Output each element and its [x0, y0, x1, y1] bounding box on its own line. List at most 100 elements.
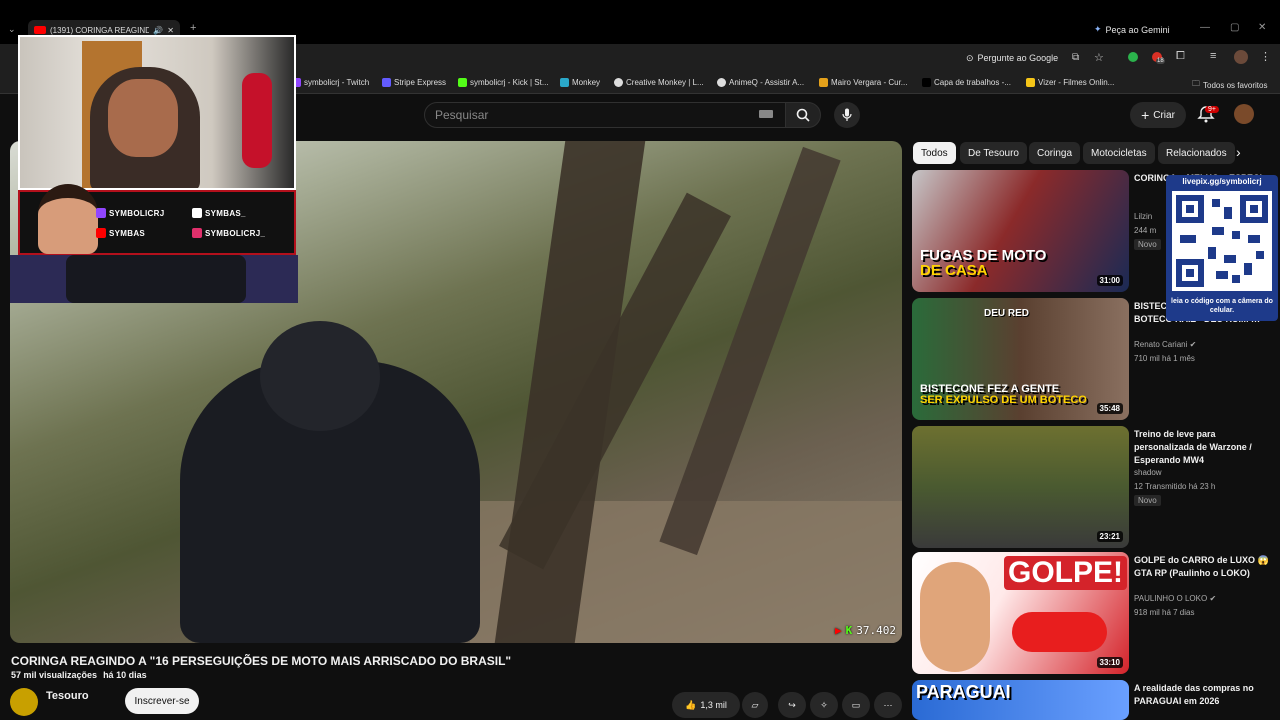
- channel-name[interactable]: Tesouro: [46, 690, 89, 702]
- extensions-puzzle-icon[interactable]: ⧠: [1176, 50, 1185, 63]
- new-tab-icon[interactable]: +: [190, 22, 196, 34]
- bookmark-label: Monkey: [572, 78, 601, 87]
- like-button[interactable]: 👍 1,3 mil: [672, 692, 740, 718]
- chevron-right-icon[interactable]: ›: [1236, 144, 1241, 160]
- search-placeholder: Pesquisar: [435, 108, 489, 122]
- bookmark-star-icon[interactable]: ☆: [1094, 51, 1104, 64]
- livepix-qr-overlay: livepix.gg/symbolicrj leia o código com …: [1166, 175, 1278, 321]
- channel-avatar[interactable]: [10, 688, 38, 716]
- voice-search-button[interactable]: [834, 102, 860, 128]
- chip-relacionados[interactable]: Relacionados: [1158, 142, 1235, 164]
- bookmark-label: Capa de trabalhos -...: [934, 78, 1011, 87]
- profile-avatar[interactable]: [1234, 50, 1248, 64]
- chip-coringa[interactable]: Coringa: [1029, 142, 1081, 164]
- recommendation-channel[interactable]: PAULINHO O LOKO ✔: [1134, 594, 1216, 603]
- save-button[interactable]: ▭: [842, 692, 870, 718]
- chip-de-tesouro[interactable]: De Tesouro: [960, 142, 1027, 164]
- subscribe-button[interactable]: Inscrever-se: [125, 688, 199, 714]
- recommendation-title[interactable]: A realidade das compras no PARAGUAI em 2…: [1134, 682, 1274, 708]
- google-lens-icon: ⊙: [966, 52, 974, 63]
- thanks-button[interactable]: ✧: [810, 692, 838, 718]
- recommendation-item[interactable]: GOLPE! 33:10 GOLPE do CARRO de LUXO 😱 GT…: [912, 552, 1274, 674]
- streamer-shoulders: [66, 255, 246, 303]
- close-window-icon[interactable]: ✕: [1258, 22, 1266, 33]
- chrome-menu-icon[interactable]: ⋮: [1260, 50, 1271, 63]
- viewer-counter: ▶ K 37.402: [835, 624, 896, 637]
- search-input[interactable]: Pesquisar: [424, 102, 786, 128]
- video-thumbnail[interactable]: DEU RED BISTECONE FEZ A GENTE SER EXPULSO…: [912, 298, 1129, 420]
- bookmark-item[interactable]: Capa de trabalhos -...: [922, 78, 1011, 87]
- duration-badge: 31:00: [1096, 275, 1123, 286]
- reading-list-icon[interactable]: ≡: [1210, 50, 1216, 62]
- chip-all[interactable]: Todos: [913, 142, 956, 164]
- share-button[interactable]: ↪: [778, 692, 806, 718]
- extension-badge: 18: [1156, 58, 1165, 64]
- thumbnail-line-highlight: SER EXPULSO DE UM BOTECO: [920, 394, 1087, 406]
- gemini-button[interactable]: ✦ Peça ao Gemini: [1094, 24, 1170, 35]
- recommendation-channel[interactable]: Renato Cariani ✔: [1134, 340, 1196, 349]
- chip-motocicletas[interactable]: Motocicletas: [1083, 142, 1155, 164]
- ask-google-label: Pergunte ao Google: [977, 53, 1059, 63]
- video-thumbnail[interactable]: 23:21: [912, 426, 1129, 548]
- recommendation-item[interactable]: PARAGUAI A realidade das compras no PARA…: [912, 680, 1274, 720]
- bookmark-item[interactable]: AnimeQ - Assistir A...: [717, 78, 804, 87]
- qr-caption: leia o código com a câmera do celular.: [1171, 298, 1273, 314]
- recommendation-title[interactable]: Treino de leve para personalizada de War…: [1134, 428, 1274, 467]
- verified-icon: ✔: [1209, 594, 1217, 603]
- duration-badge: 35:48: [1096, 403, 1123, 414]
- bookmark-item[interactable]: Monkey: [560, 78, 600, 87]
- recommendation-meta: 710 mil há 1 mês: [1134, 354, 1195, 363]
- bookmark-label: Vizer - Filmes Onlin...: [1038, 78, 1115, 87]
- ask-google-button[interactable]: ⊙ Pergunte ao Google: [960, 49, 1064, 67]
- extension-green-icon[interactable]: [1128, 52, 1138, 62]
- webcam-microphone: [242, 73, 272, 168]
- bookmark-item[interactable]: symbolicrj - Twitch: [292, 78, 369, 87]
- search-button[interactable]: [785, 102, 821, 128]
- instagram-icon: [192, 228, 202, 238]
- view-count: 57 mil visualizações: [11, 670, 98, 680]
- thumbs-up-icon: 👍: [685, 699, 697, 710]
- recommendation-title[interactable]: GOLPE do CARRO de LUXO 😱 GTA RP (Paulinh…: [1134, 554, 1274, 580]
- twitch-icon: [96, 208, 106, 218]
- bookmark-item[interactable]: symbolicrj - Kick | St...: [458, 78, 549, 87]
- webcam-overlay: [18, 35, 296, 190]
- account-avatar[interactable]: [1234, 104, 1254, 124]
- bookmark-label: symbolicrj - Kick | St...: [470, 78, 549, 87]
- youtube-small-icon: ▶: [835, 624, 842, 637]
- close-tab-icon[interactable]: ✕: [167, 26, 174, 35]
- recommendation-channel[interactable]: Lilzin: [1134, 212, 1152, 221]
- qr-code-icon: [1172, 191, 1272, 291]
- all-bookmarks-button[interactable]: 🗀 Todos os favoritos: [1192, 78, 1267, 92]
- video-thumbnail[interactable]: GOLPE! 33:10: [912, 552, 1129, 674]
- thumbs-down-icon: ▱: [751, 699, 759, 710]
- webcam-face: [108, 79, 178, 157]
- dislike-button[interactable]: ▱: [742, 692, 768, 718]
- bookmark-item[interactable]: Stripe Express: [382, 78, 446, 87]
- thumbnail-tag: DEU RED: [984, 308, 1030, 319]
- tab-search-icon[interactable]: ⌄: [8, 24, 16, 35]
- minimize-icon[interactable]: —: [1200, 22, 1210, 33]
- globe-icon: [717, 78, 726, 87]
- gemini-icon: ✦: [1094, 24, 1102, 34]
- recommendation-item[interactable]: 23:21 Treino de leve para personalizada …: [912, 426, 1274, 548]
- sparkle-icon: ✧: [820, 699, 828, 710]
- maximize-icon[interactable]: ▢: [1230, 22, 1239, 33]
- bookmark-label: Mairo Vergara - Cur...: [831, 78, 908, 87]
- speaker-icon[interactable]: 🔊: [153, 26, 163, 35]
- bookmark-item[interactable]: Mairo Vergara - Cur...: [819, 78, 907, 87]
- more-actions-button[interactable]: ⋯: [874, 692, 902, 718]
- qr-url: livepix.gg/symbolicrj: [1182, 177, 1262, 186]
- keyboard-icon[interactable]: [759, 110, 773, 118]
- duration-badge: 23:21: [1096, 531, 1123, 542]
- course-icon: [819, 78, 828, 87]
- video-thumbnail[interactable]: PARAGUAI: [912, 680, 1129, 720]
- create-button[interactable]: + Criar: [1130, 102, 1186, 128]
- video-thumbnail[interactable]: FUGAS DE MOTO DE CASA 31:00: [912, 170, 1129, 292]
- bookmark-item[interactable]: Vizer - Filmes Onlin...: [1026, 78, 1114, 87]
- install-icon[interactable]: ⧉: [1072, 52, 1079, 63]
- thumbnail-face: [920, 562, 990, 672]
- video-title: CORINGA REAGINDO A "16 PERSEGUIÇÕES DE M…: [11, 654, 512, 668]
- recommendation-channel[interactable]: shadow: [1134, 468, 1162, 477]
- bookmark-item[interactable]: Creative Monkey | L...: [614, 78, 704, 87]
- more-icon: ⋯: [883, 699, 893, 710]
